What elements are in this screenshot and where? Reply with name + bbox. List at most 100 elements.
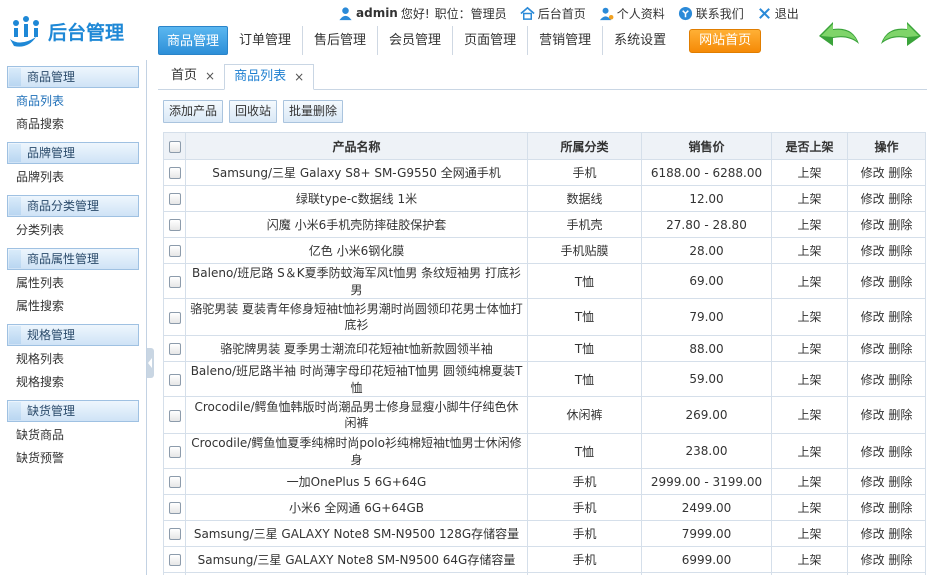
edit-link[interactable]: 修改 [861,475,885,489]
sidebar-group-spec[interactable]: 规格管理 [7,324,139,346]
delete-link[interactable]: 删除 [888,192,912,206]
row-checkbox-cell [163,159,186,186]
sidebar-group-attribute[interactable]: 商品属性管理 [7,248,139,270]
tab-home[interactable]: 首页 × [162,63,224,89]
delete-link[interactable]: 删除 [888,501,912,515]
delete-link[interactable]: 删除 [888,373,912,387]
row-checkbox[interactable] [168,245,181,257]
product-status: 上架 [771,335,848,362]
delete-link[interactable]: 删除 [888,445,912,459]
edit-link[interactable]: 修改 [861,192,885,206]
edit-link[interactable]: 修改 [861,373,885,387]
row-checkbox-cell [163,361,186,397]
sidebar-item-stockout-goods[interactable]: 缺货商品 [0,424,146,447]
sidebar-item-category-list[interactable]: 分类列表 [0,219,146,242]
edit-link[interactable]: 修改 [861,244,885,258]
row-actions: 修改 删除 [847,298,926,336]
row-checkbox[interactable] [168,409,181,422]
delete-link[interactable]: 删除 [888,527,912,541]
product-category: T恤 [527,263,642,299]
select-all-checkbox[interactable] [168,140,181,153]
row-checkbox[interactable] [168,476,181,488]
row-checkbox[interactable] [168,275,181,288]
product-price: 2999.00 - 3199.00 [641,468,772,495]
delete-link[interactable]: 删除 [888,475,912,489]
sidebar-group-stockout[interactable]: 缺货管理 [7,400,139,422]
nav-tab-goods[interactable]: 商品管理 [158,26,229,55]
forward-arrow-icon[interactable] [881,22,921,46]
sidebar-item-goods-search[interactable]: 商品搜索 [0,113,146,136]
sidebar-group-brand[interactable]: 品牌管理 [7,142,139,164]
batch-delete-button[interactable]: 批量删除 [283,99,344,123]
nav-tab-members[interactable]: 会员管理 [377,26,452,55]
close-icon[interactable]: × [205,63,215,89]
nav-tab-orders[interactable]: 订单管理 [228,26,302,55]
row-checkbox-cell [163,185,186,212]
delete-link[interactable]: 删除 [888,218,912,232]
close-icon[interactable]: × [294,64,304,90]
delete-link[interactable]: 删除 [888,244,912,258]
edit-link[interactable]: 修改 [861,342,885,356]
row-checkbox[interactable] [168,445,181,458]
row-checkbox-cell [163,520,186,547]
sidebar-collapse-handle[interactable] [147,348,154,378]
sidebar-group-goods[interactable]: 商品管理 [7,66,139,88]
contact-icon [678,6,692,20]
back-arrow-icon[interactable] [819,22,859,46]
edit-link[interactable]: 修改 [861,527,885,541]
row-checkbox[interactable] [168,219,181,231]
delete-link[interactable]: 删除 [888,342,912,356]
contact-label: 联系我们 [695,6,744,21]
row-checkbox[interactable] [168,311,181,324]
logout-link[interactable]: 退出 [757,5,799,22]
product-price: 269.00 [641,396,772,434]
edit-link[interactable]: 修改 [861,218,885,232]
nav-tab-settings[interactable]: 系统设置 [602,26,677,55]
row-checkbox[interactable] [168,502,181,514]
product-price: 238.00 [641,433,772,469]
edit-link[interactable]: 修改 [861,166,885,180]
contact-link[interactable]: 联系我们 [678,5,744,22]
sidebar-item-goods-list[interactable]: 商品列表 [0,90,146,113]
sidebar-item-attribute-search[interactable]: 属性搜索 [0,295,146,318]
sidebar-item-brand-list[interactable]: 品牌列表 [0,166,146,189]
recycle-bin-button[interactable]: 回收站 [229,99,278,123]
sidebar-item-spec-search[interactable]: 规格搜索 [0,371,146,394]
edit-link[interactable]: 修改 [861,408,885,422]
row-checkbox[interactable] [168,167,181,179]
edit-link[interactable]: 修改 [861,445,885,459]
tab-goods-list[interactable]: 商品列表 × [224,64,315,90]
product-name: Samsung/三星 Galaxy S8+ SM-G9550 全网通手机 [185,159,528,186]
sidebar-group-category[interactable]: 商品分类管理 [7,195,139,217]
profile-link[interactable]: 个人资料 [599,5,665,22]
site-home-button[interactable]: 网站首页 [689,28,762,53]
delete-link[interactable]: 删除 [888,408,912,422]
profile-label: 个人资料 [616,6,665,21]
row-actions: 修改 删除 [847,211,926,238]
row-checkbox[interactable] [168,343,181,355]
product-name: Samsung/三星 GALAXY Note8 SM-N9500 64G存储容量 [185,546,528,573]
product-status: 上架 [771,468,848,495]
add-product-button[interactable]: 添加产品 [163,99,224,123]
sidebar-item-spec-list[interactable]: 规格列表 [0,348,146,371]
delete-link[interactable]: 删除 [888,310,912,324]
nav-tab-marketing[interactable]: 营销管理 [527,26,602,55]
edit-link[interactable]: 修改 [861,275,885,289]
admin-home-link[interactable]: 后台首页 [520,5,586,22]
row-actions: 修改 删除 [847,396,926,434]
sidebar-item-stockout-warning[interactable]: 缺货预警 [0,447,146,470]
row-checkbox[interactable] [168,528,181,540]
delete-link[interactable]: 删除 [888,166,912,180]
nav-tab-aftersale[interactable]: 售后管理 [302,26,377,55]
delete-link[interactable]: 删除 [888,275,912,289]
row-checkbox[interactable] [168,373,181,386]
sidebar-item-attribute-list[interactable]: 属性列表 [0,272,146,295]
edit-link[interactable]: 修改 [861,310,885,324]
row-actions: 修改 删除 [847,433,926,469]
nav-tab-pages[interactable]: 页面管理 [452,26,527,55]
row-checkbox[interactable] [168,554,181,566]
row-checkbox[interactable] [168,193,181,205]
edit-link[interactable]: 修改 [861,501,885,515]
delete-link[interactable]: 删除 [888,553,912,567]
edit-link[interactable]: 修改 [861,553,885,567]
